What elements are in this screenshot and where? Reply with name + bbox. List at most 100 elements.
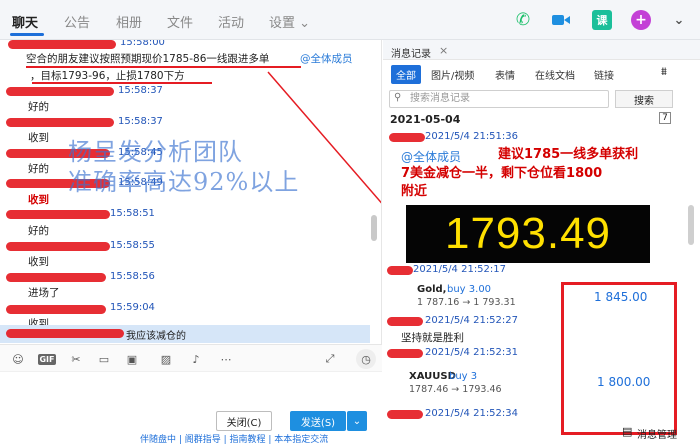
redacted-sender: [387, 349, 423, 358]
watermark-accuracy: 准确率高达92%以上: [68, 168, 300, 196]
message-text: 收到: [28, 194, 49, 206]
folder-icon[interactable]: ▭: [96, 351, 112, 367]
video-icon[interactable]: [551, 10, 571, 30]
send-button[interactable]: 发送(S): [290, 411, 346, 431]
message-text: 我应该减仓的: [126, 331, 186, 342]
send-options-icon[interactable]: ⌄: [347, 411, 367, 431]
message-text: 进场了: [28, 287, 60, 299]
redacted-sender: [387, 266, 413, 275]
trade-card-prices: 1 787.16 → 1 793.31: [417, 297, 516, 308]
image-icon[interactable]: ▨: [158, 351, 174, 367]
message-text: 好的: [28, 225, 49, 237]
phone-icon[interactable]: ✆: [513, 10, 533, 30]
redacted-sender: [8, 40, 116, 49]
history-scrollbar[interactable]: [688, 205, 694, 245]
search-icon: ⚲: [394, 92, 402, 103]
top-nav-bar: 聊天 公告 相册 文件 活动 设置 ⌄ ✆ 课 + ⌄: [0, 0, 700, 40]
message-history-panel: 消息记录 × 全部 图片/视频 表情 在线文档 链接 ⩩ 搜索消息记录 ⚲ 搜索…: [383, 40, 700, 444]
message-timestamp: 2021/5/4 21:52:27: [425, 315, 519, 326]
message-timestamp: 15:59:04: [110, 302, 155, 313]
redacted-sender: [387, 410, 423, 419]
redacted-sender: [387, 317, 423, 326]
close-icon[interactable]: ×: [439, 44, 448, 57]
redacted-sender: [6, 329, 124, 338]
close-button[interactable]: 关闭(C): [216, 411, 272, 431]
message-manage-link[interactable]: 消息管理: [637, 426, 677, 441]
message-text: 好的: [28, 163, 49, 175]
mention-all[interactable]: @全体成员: [300, 51, 353, 66]
chat-scrollbar[interactable]: [371, 215, 377, 241]
more-icon[interactable]: ⌄: [669, 10, 689, 30]
highlight-box: [561, 282, 677, 435]
message-text: 收到: [28, 256, 49, 268]
filter-all[interactable]: 全部: [391, 65, 421, 84]
tab-announcement[interactable]: 公告: [64, 12, 90, 31]
message-text: 好的: [28, 101, 49, 113]
filter-settings-icon[interactable]: ⩩: [661, 65, 667, 79]
add-icon[interactable]: +: [631, 10, 651, 30]
redacted-sender: [389, 133, 425, 142]
tab-activity[interactable]: 活动: [218, 12, 244, 31]
chat-message-list[interactable]: 15:58:00 空合的朋友建议按照预期现价1785-86一线跟进多单 @全体成…: [0, 40, 382, 344]
class-icon[interactable]: 课: [592, 10, 612, 30]
redacted-sender: [6, 242, 110, 251]
redacted-sender: [6, 118, 114, 127]
redacted-sender: [6, 210, 110, 219]
tab-settings[interactable]: 设置 ⌄: [269, 12, 310, 31]
bottom-links[interactable]: 伴随盘中 | 阁群指导 | 指南教程 | 本本指定交流: [140, 432, 380, 444]
active-tab-indicator: [10, 33, 44, 36]
message-timestamp: 2021/5/4 21:52:34: [425, 408, 519, 419]
mention-all[interactable]: @全体成员: [401, 148, 461, 165]
history-date: 2021-05-04: [390, 113, 461, 126]
expand-icon[interactable]: ⤢: [322, 351, 338, 367]
message-manage-icon: ▤: [622, 425, 633, 438]
message-timestamp: 15:58:55: [110, 240, 155, 251]
scissors-icon[interactable]: ✂: [68, 351, 84, 367]
tab-files[interactable]: 文件: [167, 12, 193, 31]
message-text: ，目标1793-96，止损1780下方: [30, 70, 185, 82]
gif-icon[interactable]: GIF: [38, 354, 56, 365]
filter-links[interactable]: 链接: [594, 67, 614, 82]
more-tools-icon[interactable]: ⋯: [218, 351, 234, 367]
message-text: 空合的朋友建议按照预期现价1785-86一线跟进多单: [26, 53, 270, 65]
screen-icon[interactable]: ▣: [124, 351, 140, 367]
redacted-sender: [6, 273, 106, 282]
trade-card-buy: buy 3: [449, 371, 478, 382]
filter-media[interactable]: 图片/视频: [431, 67, 474, 82]
history-clock-icon[interactable]: ◷: [356, 349, 376, 369]
message-timestamp: 15:58:37: [118, 85, 163, 96]
trade-value-1: 1 845.00: [594, 290, 648, 304]
history-search-input[interactable]: 搜索消息记录: [389, 90, 609, 108]
message-timestamp: 2021/5/4 21:51:36: [425, 131, 519, 142]
message-timestamp: 15:58:00: [120, 40, 165, 48]
trade-value-2: 1 800.00: [597, 375, 651, 389]
redacted-sender: [6, 87, 114, 96]
message-timestamp: 15:58:51: [110, 208, 155, 219]
message-text: 坚持就是胜利: [401, 332, 464, 344]
history-title: 消息记录: [391, 49, 431, 60]
tab-album[interactable]: 相册: [116, 12, 142, 31]
redacted-sender: [6, 305, 106, 314]
price-image[interactable]: 1793.49: [406, 205, 650, 263]
bell-icon[interactable]: ♪: [188, 351, 204, 367]
input-toolbar: ☺ GIF ✂ ▭ ▣ ▨ ♪ ⋯ ⤢ ◷: [0, 344, 382, 372]
red-underline: [32, 82, 212, 84]
message-timestamp: 15:58:37: [118, 116, 163, 127]
message-text: 附近: [401, 184, 428, 199]
message-text: 收到: [28, 132, 49, 144]
filter-docs[interactable]: 在线文档: [535, 67, 575, 82]
message-timestamp: 2021/5/4 21:52:17: [413, 264, 507, 275]
filter-stickers[interactable]: 表情: [495, 67, 515, 82]
message-text: 7美金减仓一半，剩下仓位看1800: [401, 166, 603, 181]
message-text: 建议1785一线多单获利: [498, 147, 639, 162]
trade-card-title: Gold,: [417, 284, 447, 295]
tab-chat[interactable]: 聊天: [12, 12, 38, 31]
trade-card-prices: 1787.46 → 1793.46: [409, 384, 502, 395]
price-value: 1793.49: [444, 209, 612, 258]
calendar-icon[interactable]: 7: [659, 112, 671, 124]
emoji-icon[interactable]: ☺: [10, 351, 26, 367]
history-search-button[interactable]: 搜索: [615, 90, 673, 108]
message-timestamp: 2021/5/4 21:52:31: [425, 347, 519, 358]
message-timestamp: 15:58:56: [110, 271, 155, 282]
trade-card-buy: buy 3.00: [447, 284, 492, 295]
